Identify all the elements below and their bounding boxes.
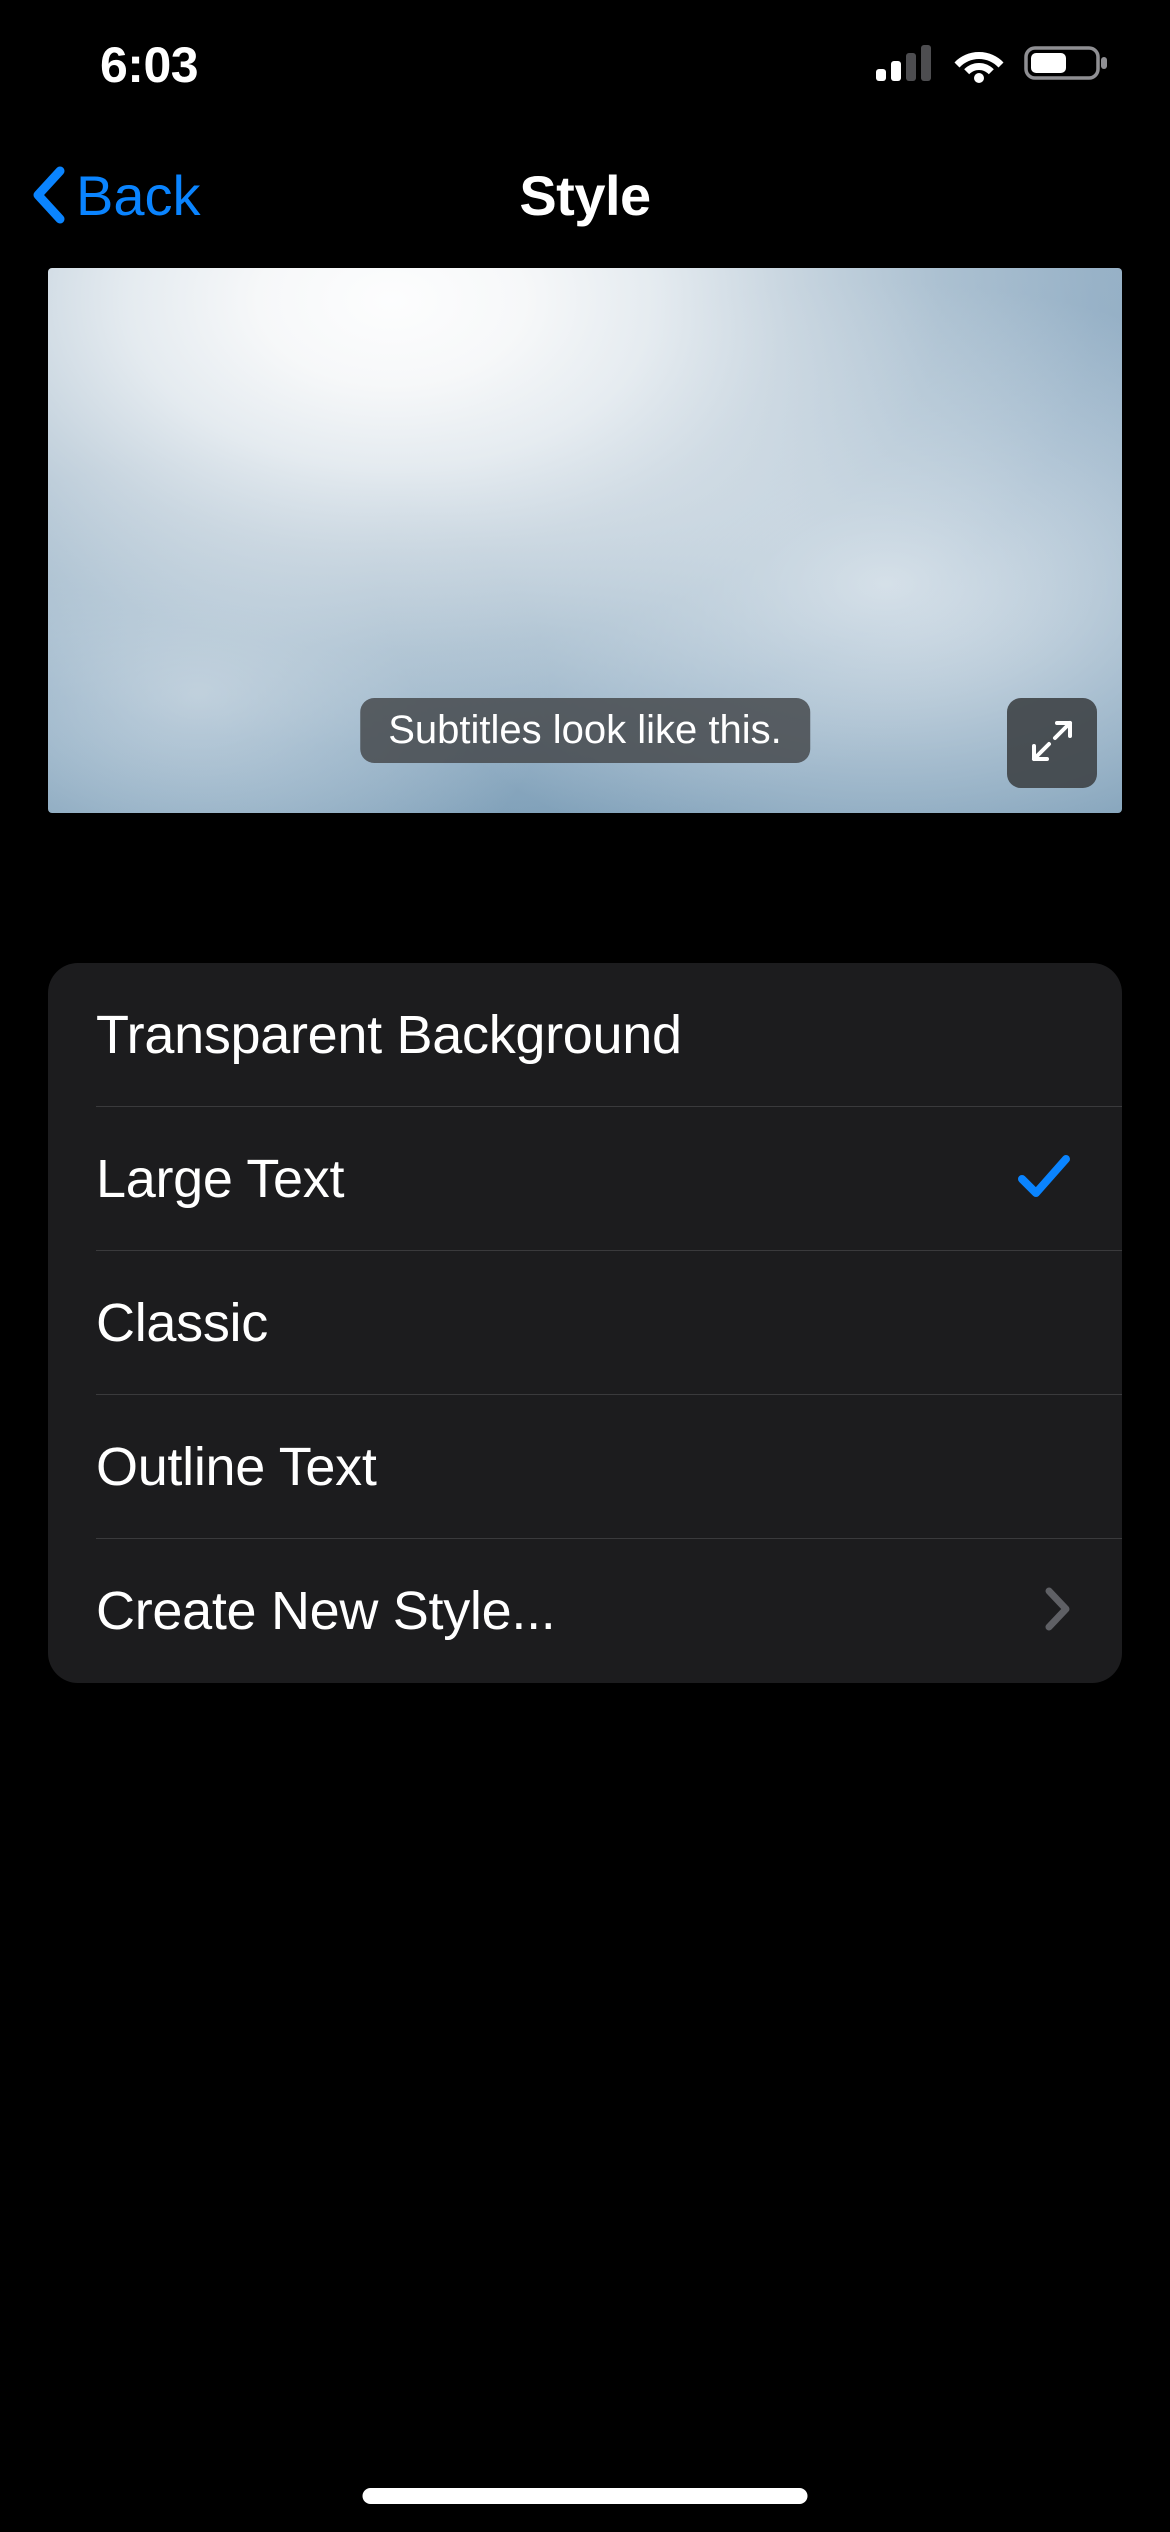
create-new-style-label: Create New Style... <box>96 1580 555 1642</box>
checkmark-icon <box>1016 1151 1072 1208</box>
style-option-classic[interactable]: Classic <box>48 1251 1122 1395</box>
subtitle-sample: Subtitles look like this. <box>360 698 810 763</box>
style-list: Transparent Background Large Text Classi… <box>48 963 1122 1683</box>
nav-bar: Back Style <box>0 130 1170 260</box>
style-option-label: Transparent Background <box>96 1004 682 1066</box>
style-option-transparent-background[interactable]: Transparent Background <box>48 963 1122 1107</box>
back-button[interactable]: Back <box>30 163 201 228</box>
expand-button[interactable] <box>1007 698 1097 788</box>
status-bar: 6:03 <box>0 0 1170 130</box>
style-option-label: Large Text <box>96 1148 344 1210</box>
home-indicator[interactable] <box>363 2488 808 2504</box>
cellular-signal-icon <box>876 45 934 86</box>
status-icon-group <box>876 43 1110 88</box>
back-button-label: Back <box>76 163 201 228</box>
chevron-right-icon <box>1044 1586 1072 1637</box>
status-time: 6:03 <box>100 36 198 94</box>
create-new-style[interactable]: Create New Style... <box>48 1539 1122 1683</box>
page-title: Style <box>519 163 650 228</box>
style-option-large-text[interactable]: Large Text <box>48 1107 1122 1251</box>
style-preview: Subtitles look like this. <box>48 268 1122 813</box>
style-option-outline-text[interactable]: Outline Text <box>48 1395 1122 1539</box>
expand-icon <box>1029 718 1075 769</box>
style-option-label: Outline Text <box>96 1436 377 1498</box>
back-chevron-icon <box>30 165 70 225</box>
style-option-label: Classic <box>96 1292 268 1354</box>
battery-icon <box>1024 43 1110 88</box>
wifi-icon <box>952 43 1006 88</box>
